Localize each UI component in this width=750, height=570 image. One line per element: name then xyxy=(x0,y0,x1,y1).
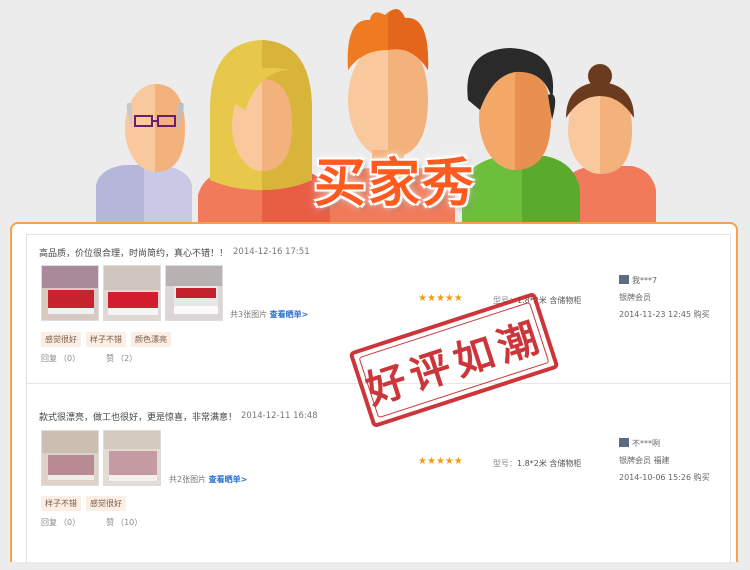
review-tag: 感觉很好 xyxy=(86,496,126,511)
review-photo[interactable] xyxy=(41,265,99,321)
review-tags: 感觉很好 样子不错 颜色漂亮 xyxy=(41,332,171,347)
hero-banner: 买家秀 xyxy=(0,0,750,225)
star-icon: ★ xyxy=(453,293,463,304)
reviewer-level: 银牌会员 xyxy=(619,293,651,302)
like-label: 赞 xyxy=(106,518,115,527)
review-actions: 回复 （0） 赞（2） xyxy=(41,353,137,364)
reply-button[interactable]: 回复 （0） xyxy=(41,517,80,528)
review-tag: 颜色漂亮 xyxy=(131,332,171,347)
star-icon: ★ xyxy=(453,456,463,467)
star-icon: ★ xyxy=(426,456,436,467)
like-label: 赞 xyxy=(106,354,115,363)
review-photo[interactable] xyxy=(165,265,223,321)
avatar xyxy=(619,275,629,284)
review-photos xyxy=(41,265,223,321)
star-rating: ★ ★ ★ ★ ★ xyxy=(418,457,463,467)
reviewer-level: 银牌会员 福建 xyxy=(619,456,670,465)
reply-count: （0） xyxy=(59,354,81,363)
reviewer-name[interactable]: 我***7 xyxy=(632,276,657,285)
photo-count-text: 共2张图片 xyxy=(169,475,207,484)
review-tag: 感觉很好 xyxy=(41,332,81,347)
star-icon: ★ xyxy=(418,293,427,304)
review-date: 2014-12-16 17:51 xyxy=(233,247,310,257)
reply-count: （0） xyxy=(59,518,81,527)
reply-button[interactable]: 回复 （0） xyxy=(41,353,80,364)
star-icon: ★ xyxy=(426,293,436,304)
star-rating: ★ ★ ★ ★ ★ xyxy=(418,294,463,304)
review-photo[interactable] xyxy=(103,265,161,321)
star-icon: ★ xyxy=(444,293,454,304)
model-value: 1.8*2米 含储物柜 xyxy=(517,459,582,468)
review-date: 2014-12-11 16:48 xyxy=(241,411,318,421)
review-tags: 样子不错 感觉很好 xyxy=(41,496,126,511)
like-count: （2） xyxy=(116,354,138,363)
review-photo[interactable] xyxy=(41,430,99,486)
like-button[interactable]: 赞（2） xyxy=(106,353,137,364)
photo-count: 共3张图片 查看晒单> xyxy=(230,309,308,320)
title-wrap: 买家秀 xyxy=(290,138,500,218)
avatar xyxy=(619,438,629,447)
star-icon: ★ xyxy=(435,456,445,467)
purchase-date: 2014-11-23 12:45 购买 xyxy=(619,310,710,319)
review-photos xyxy=(41,430,161,486)
model-label: 型号： xyxy=(493,459,517,468)
like-button[interactable]: 赞（10） xyxy=(106,517,142,528)
star-icon: ★ xyxy=(418,456,427,467)
review-tag: 样子不错 xyxy=(41,496,81,511)
photo-count-text: 共3张图片 xyxy=(230,310,268,319)
review-tag: 样子不错 xyxy=(86,332,126,347)
reviewer-info: 我***7 银牌会员 2014-11-23 12:45 购买 xyxy=(619,275,710,326)
star-icon: ★ xyxy=(435,293,445,304)
photo-count: 共2张图片 查看晒单> xyxy=(169,474,247,485)
reviewer-name[interactable]: 不***咧 xyxy=(632,439,660,448)
model-info: 型号：1.8*2米 含储物柜 xyxy=(493,458,581,469)
review-actions: 回复 （0） 赞（10） xyxy=(41,517,142,528)
banner-title: 买家秀 xyxy=(313,152,476,214)
review-photo[interactable] xyxy=(103,430,161,486)
view-photos-link[interactable]: 查看晒单> xyxy=(209,475,248,484)
review-text: 高品质，价位很合理，时尚简约，真心不错！！ xyxy=(39,249,229,259)
reply-label: 回复 xyxy=(41,354,57,363)
view-photos-link[interactable]: 查看晒单> xyxy=(270,310,309,319)
reply-label: 回复 xyxy=(41,518,57,527)
purchase-date: 2014-10-06 15:26 购买 xyxy=(619,473,710,482)
reviewer-info: 不***咧 银牌会员 福建 2014-10-06 15:26 购买 xyxy=(619,438,710,489)
star-icon: ★ xyxy=(444,456,454,467)
review-text: 款式很漂亮，做工也很好，更是惊喜，非常满意！ xyxy=(39,413,238,423)
like-count: （10） xyxy=(116,518,143,527)
